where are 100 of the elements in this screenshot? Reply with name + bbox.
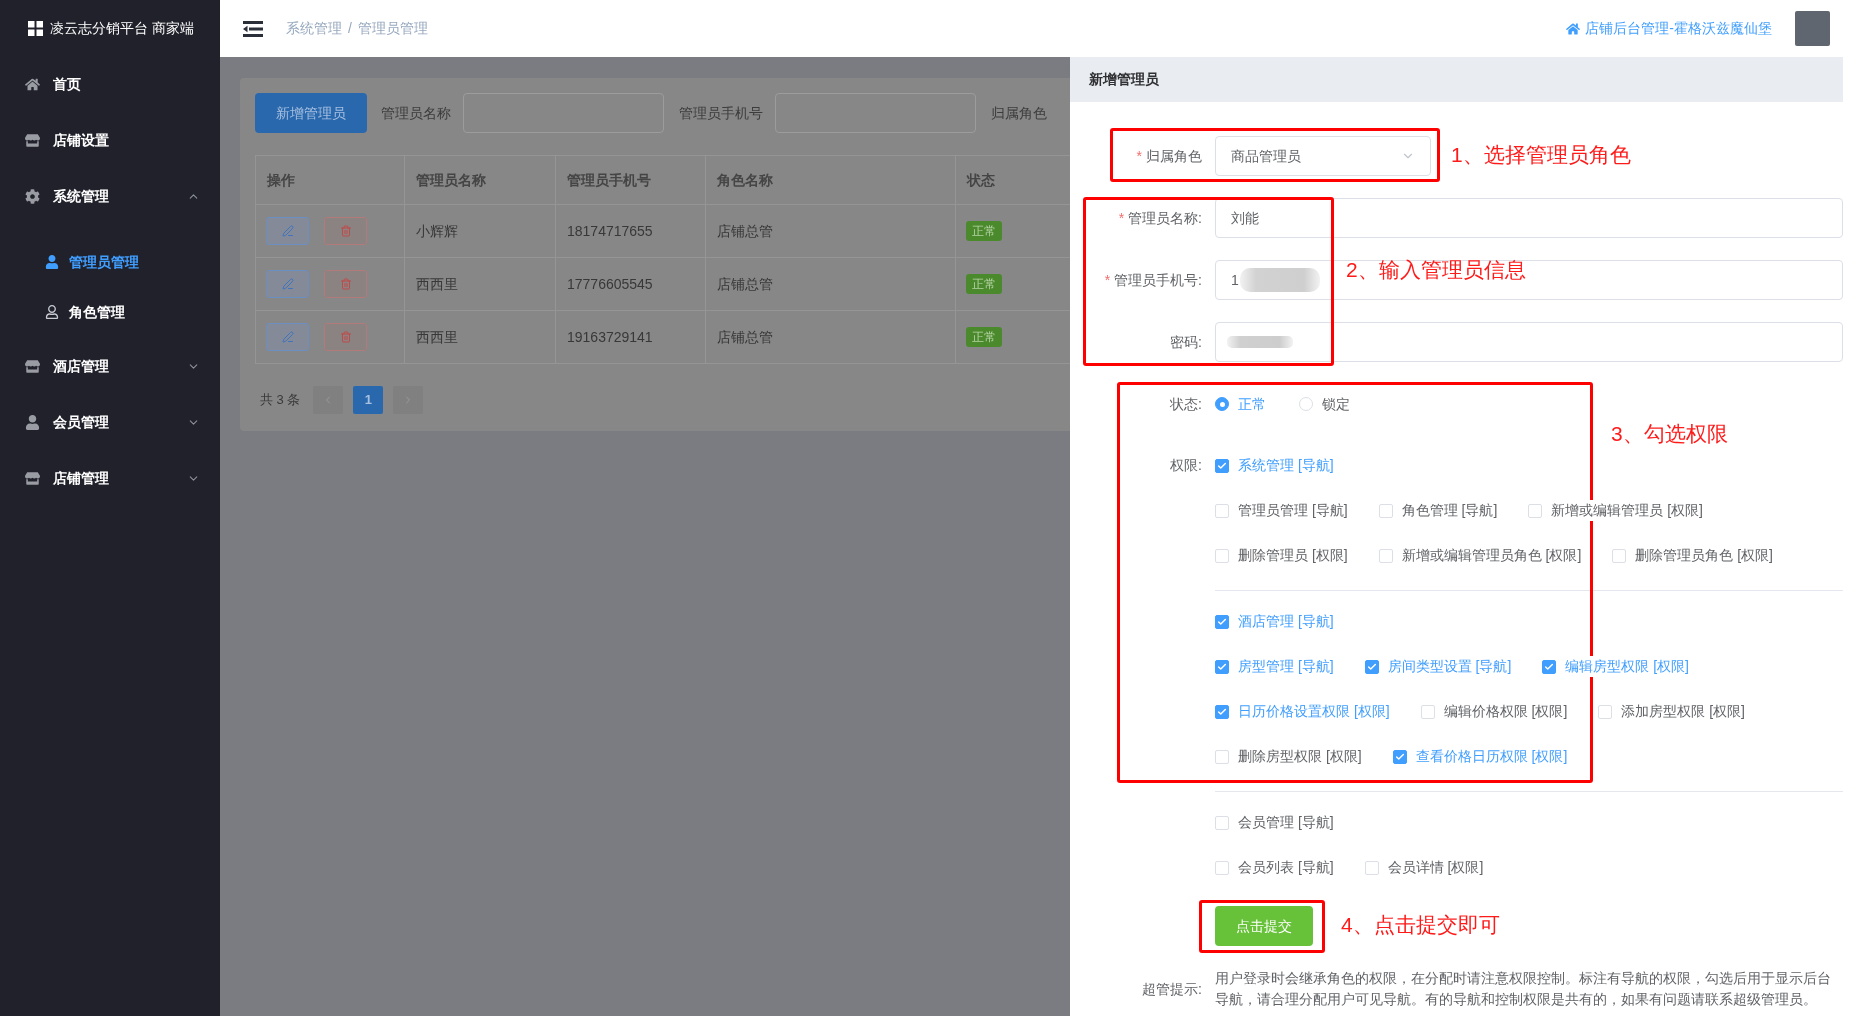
field-label: 权限: (1170, 456, 1202, 475)
table-cell: 19163729141 (556, 311, 706, 364)
trash-icon (339, 331, 352, 343)
menu-item[interactable]: 店铺设置 (0, 112, 220, 168)
menu-item[interactable]: 酒店管理 (0, 338, 220, 394)
menu-item[interactable]: 会员管理 (0, 394, 220, 450)
field-label: 状态: (1170, 394, 1202, 414)
trash-icon (339, 225, 352, 237)
filter-label: 管理员名称 (381, 103, 451, 123)
radio-button[interactable] (1215, 397, 1229, 411)
status-tag: 正常 (966, 274, 1002, 294)
submenu-item[interactable]: 角色管理 (0, 287, 220, 337)
radio-label[interactable]: 锁定 (1322, 393, 1350, 415)
field-label: 管理员手机号: (1114, 270, 1202, 290)
storefront-icon (25, 132, 40, 148)
checkbox-label[interactable]: 管理员管理 [导航] (1238, 500, 1348, 521)
checkmark-icon (1544, 661, 1555, 672)
checkbox[interactable] (1215, 614, 1229, 629)
breadcrumb-item: 管理员管理 (357, 19, 428, 38)
checkbox-label[interactable]: 删除管理员 [权限] (1238, 545, 1348, 566)
checkbox[interactable] (1392, 749, 1407, 764)
column-header: 管理员手机号 (556, 156, 706, 205)
app-title: 凌云志分销平台 商家端 (50, 18, 194, 38)
table-cell: 小辉辉 (405, 205, 556, 258)
storefront-icon (25, 358, 40, 374)
delete-button[interactable] (324, 217, 367, 245)
field-label: 密码: (1170, 332, 1202, 352)
checkmark-icon (1217, 706, 1227, 717)
submenu-item[interactable]: 管理员管理 (0, 237, 220, 287)
checkmark-icon (1394, 751, 1405, 762)
checkbox-label[interactable]: 添加房型权限 [权限] (1621, 701, 1745, 722)
table-cell: 17776605545 (556, 258, 706, 311)
text-input[interactable] (1215, 322, 1843, 362)
pencil-icon (281, 225, 294, 237)
checkbox-label[interactable]: 会员管理 [导航] (1238, 812, 1334, 833)
checkmark-icon (1217, 460, 1227, 471)
table-cell: 西西里 (405, 258, 556, 311)
checkbox-label[interactable]: 新增或编辑管理员 [权限] (1551, 500, 1703, 521)
annotation-text: 1、选择管理员角色 (1451, 143, 1631, 167)
table-cell: 店铺总管 (706, 311, 956, 364)
edit-button[interactable] (266, 270, 309, 298)
edit-button[interactable] (266, 217, 309, 245)
user-icon (25, 414, 40, 430)
pencil-icon (281, 278, 294, 290)
checkmark-icon (1366, 661, 1377, 672)
filter-label: 管理员手机号 (679, 103, 763, 123)
column-header: 操作 (256, 156, 405, 205)
drawer-title: 新增管理员 (1089, 70, 1159, 89)
checkbox-label[interactable]: 角色管理 [导航] (1401, 500, 1498, 521)
checkbox-label[interactable]: 编辑价格权限 [权限] (1443, 701, 1568, 722)
checkbox[interactable] (1215, 458, 1229, 473)
user-icon (45, 255, 59, 269)
field-label: 归属角色 (1146, 146, 1202, 166)
annotation-text: 2、输入管理员信息 (1346, 258, 1526, 282)
menu-item[interactable]: 店铺管理 (0, 450, 220, 506)
checkbox-label[interactable]: 删除管理员角色 [权限] (1635, 545, 1773, 566)
grid-logo-icon (28, 20, 43, 36)
checkbox-label[interactable]: 会员列表 [导航] (1238, 857, 1334, 878)
status-tag: 正常 (966, 221, 1002, 241)
settings-icon (25, 188, 40, 204)
pencil-icon (281, 331, 294, 343)
checkbox[interactable] (1215, 659, 1229, 674)
storefront-icon (25, 470, 40, 486)
home-icon (1566, 21, 1581, 36)
required-mark: * (1104, 270, 1111, 290)
annotation-text: 3、勾选权限 (1611, 422, 1728, 446)
avatar-placeholder[interactable] (1795, 11, 1830, 46)
tip-text: 用户登录时会继承角色的权限，在分配时请注意权限控制。标注有导航的权限，勾选后用于显示后台导航，请合理分配用户可见导航。有的导航和控制权限是共有的，如果有问题请联系超级管理员。 (1215, 969, 1832, 1009)
checkbox[interactable] (1364, 659, 1379, 674)
table-cell: 店铺总管 (706, 205, 956, 258)
menu-item[interactable]: 首页 (0, 56, 220, 112)
checkbox-label[interactable]: 会员详情 [权限] (1387, 857, 1484, 878)
checkmark-icon (1217, 661, 1227, 672)
column-header: 角色名称 (706, 156, 956, 205)
status-tag: 正常 (966, 327, 1002, 347)
filter-label: 归属角色 (991, 103, 1047, 123)
checkmark-icon (1217, 616, 1227, 627)
trash-icon (339, 278, 352, 290)
checkbox[interactable] (1542, 659, 1557, 674)
edit-button[interactable] (266, 323, 309, 351)
menu-item[interactable]: 系统管理 (0, 168, 220, 224)
column-header: 管理员名称 (405, 156, 556, 205)
table-cell: 18174717655 (556, 205, 706, 258)
checkbox-label[interactable]: 新增或编辑管理员角色 [权限] (1401, 545, 1582, 566)
menu-icon[interactable] (243, 20, 263, 37)
table-cell: 店铺总管 (706, 258, 956, 311)
required-mark: * (1136, 146, 1142, 166)
required-mark: * (1118, 208, 1125, 228)
field-label: 管理员名称: (1128, 208, 1202, 228)
tip-label: 超管提示: (1142, 979, 1202, 999)
user-outline-icon (45, 305, 59, 319)
checkbox-label[interactable]: 删除房型权限 [权限] (1238, 746, 1362, 767)
text-input[interactable]: 刘能 (1215, 198, 1843, 238)
role-select[interactable]: 商品管理员 (1215, 136, 1431, 176)
checkbox[interactable] (1215, 704, 1229, 719)
home-icon (25, 76, 40, 92)
delete-button[interactable] (324, 270, 367, 298)
total-count: 共 3 条 (260, 391, 301, 410)
annotation-text: 4、点击提交即可 (1341, 913, 1500, 937)
delete-button[interactable] (324, 323, 367, 351)
